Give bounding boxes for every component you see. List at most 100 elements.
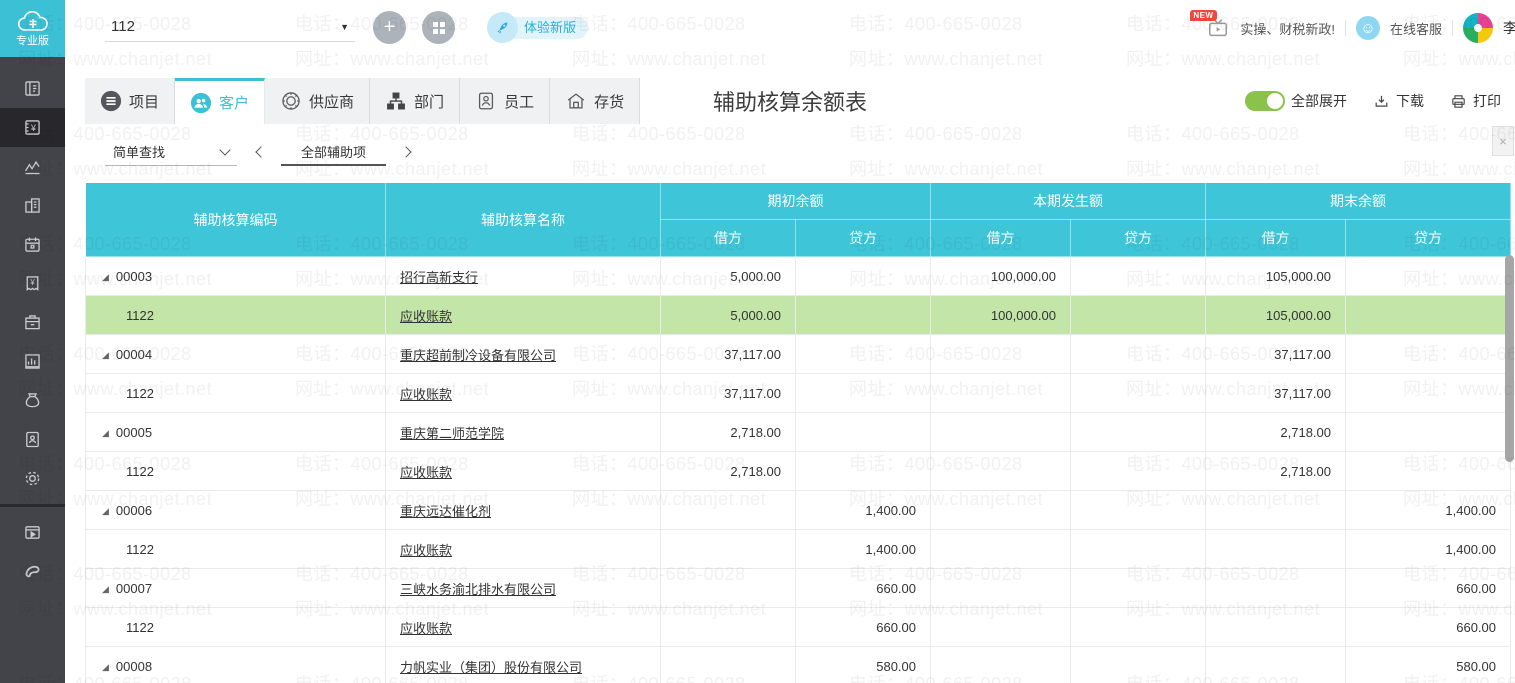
brand-logo[interactable]: 专业版 bbox=[0, 0, 65, 57]
amount-cell bbox=[1346, 335, 1511, 374]
collapse-triangle-icon[interactable]: ◢ bbox=[102, 506, 109, 516]
aux-scope-select[interactable]: 全部辅助项 bbox=[281, 138, 386, 166]
tab-inventory[interactable]: 存货 bbox=[550, 78, 640, 124]
warehouse-icon bbox=[565, 90, 587, 112]
amount-cell bbox=[931, 530, 1071, 569]
amount-cell bbox=[1071, 569, 1206, 608]
report-chart-icon[interactable] bbox=[0, 147, 65, 186]
sidebar: 专业版 ¥ ¥ bbox=[0, 0, 65, 683]
account-name-link[interactable]: 力帆实业（集团）股份有限公司 bbox=[400, 660, 582, 675]
collapse-triangle-icon[interactable]: ◢ bbox=[102, 662, 109, 672]
account-name-link[interactable]: 重庆远达催化剂 bbox=[400, 504, 491, 519]
collapse-triangle-icon[interactable]: ◢ bbox=[102, 272, 109, 282]
tab-customer[interactable]: 客户 bbox=[175, 78, 265, 124]
account-name-link[interactable]: 招行高新支行 bbox=[400, 270, 478, 285]
next-item-arrow[interactable] bbox=[400, 146, 411, 157]
account-name-link[interactable]: 应收账款 bbox=[400, 465, 452, 480]
row-code: 00006 bbox=[116, 503, 152, 518]
print-button[interactable]: 打印 bbox=[1450, 91, 1501, 111]
vertical-scrollbar-thumb[interactable] bbox=[1505, 255, 1514, 462]
table-body: ◢00003 招行高新支行 5,000.00 100,000.00 105,00… bbox=[86, 257, 1511, 683]
amount-cell bbox=[1071, 413, 1206, 452]
new-badge: NEW bbox=[1190, 10, 1216, 21]
collapse-triangle-icon[interactable]: ◢ bbox=[102, 584, 109, 594]
table-row[interactable]: ◢00003 招行高新支行 5,000.00 100,000.00 105,00… bbox=[86, 257, 1511, 296]
plus-icon: + bbox=[384, 16, 396, 39]
amount-cell bbox=[931, 491, 1071, 530]
tab-employee[interactable]: 员工 bbox=[460, 78, 550, 124]
add-button[interactable]: + bbox=[373, 11, 406, 44]
video-icon[interactable] bbox=[0, 513, 65, 552]
search-mode-select[interactable]: 简单查找 bbox=[105, 138, 237, 166]
expand-all-toggle[interactable] bbox=[1245, 91, 1285, 111]
download-button[interactable]: 下载 bbox=[1373, 91, 1424, 111]
table-row[interactable]: ◢00007 三峡水务渝北排水有限公司 660.00 660.00 bbox=[86, 569, 1511, 608]
printer-icon bbox=[1450, 93, 1467, 110]
user-avatar[interactable] bbox=[1463, 13, 1493, 43]
row-code: 00004 bbox=[116, 347, 152, 362]
account-name-link[interactable]: 应收账款 bbox=[400, 387, 452, 402]
amount-cell: 2,718.00 bbox=[1206, 413, 1346, 452]
settings-gear-icon[interactable] bbox=[0, 459, 65, 498]
amount-cell bbox=[1346, 296, 1511, 335]
amount-cell bbox=[931, 413, 1071, 452]
table-row[interactable]: ◢1122 应收账款 660.00 660.00 bbox=[86, 608, 1511, 647]
phone-icon[interactable] bbox=[0, 552, 65, 591]
tab-project[interactable]: 项目 bbox=[85, 78, 175, 124]
tab-supplier[interactable]: 供应商 bbox=[265, 78, 370, 124]
sidebar-divider bbox=[0, 504, 65, 507]
amount-cell: 100,000.00 bbox=[931, 257, 1071, 296]
user-name[interactable]: 李 bbox=[1503, 18, 1515, 38]
amount-cell bbox=[931, 374, 1071, 413]
row-code: 1122 bbox=[126, 620, 154, 635]
collapse-triangle-icon[interactable]: ◢ bbox=[102, 428, 109, 438]
panel-collapse-button[interactable]: × bbox=[1492, 126, 1514, 156]
customer-service-icon: ☺ bbox=[1356, 16, 1380, 40]
fund-icon[interactable] bbox=[0, 381, 65, 420]
amount-cell bbox=[661, 530, 796, 569]
table-row[interactable]: ◢00008 力帆实业（集团）股份有限公司 580.00 580.00 bbox=[86, 647, 1511, 683]
account-select[interactable]: 112 ▼ bbox=[105, 12, 355, 42]
account-name-link[interactable]: 应收账款 bbox=[400, 309, 452, 324]
amount-cell bbox=[1346, 374, 1511, 413]
account-name-link[interactable]: 三峡水务渝北排水有限公司 bbox=[400, 582, 556, 597]
amount-cell bbox=[796, 257, 931, 296]
table-row[interactable]: ◢1122 应收账款 5,000.00 100,000.00 105,000.0… bbox=[86, 296, 1511, 335]
search-mode-value: 简单查找 bbox=[113, 142, 165, 161]
row-code: 00007 bbox=[116, 581, 152, 596]
try-new-version-button[interactable]: 体验新版 bbox=[487, 12, 588, 43]
table-row[interactable]: ◢00006 重庆远达催化剂 1,400.00 1,400.00 bbox=[86, 491, 1511, 530]
amount-cell bbox=[931, 569, 1071, 608]
apps-grid-button[interactable] bbox=[422, 11, 455, 44]
voucher-icon[interactable]: ¥ bbox=[0, 108, 65, 147]
aux-item-pager: 全部辅助项 bbox=[257, 138, 410, 166]
divider bbox=[1345, 20, 1346, 36]
bill-icon[interactable]: ¥ bbox=[0, 264, 65, 303]
news-ticker[interactable]: 实操、财税新政! bbox=[1240, 19, 1335, 38]
account-name-link[interactable]: 应收账款 bbox=[400, 621, 452, 636]
table-row[interactable]: ◢1122 应收账款 2,718.00 2,718.00 bbox=[86, 452, 1511, 491]
statement-icon[interactable] bbox=[0, 342, 65, 381]
account-name-link[interactable]: 重庆第二师范学院 bbox=[400, 426, 504, 441]
account-name-link[interactable]: 应收账款 bbox=[400, 543, 452, 558]
amount-cell: 660.00 bbox=[1346, 608, 1511, 647]
online-service-link[interactable]: 在线客服 bbox=[1390, 19, 1442, 38]
cashier-icon[interactable] bbox=[0, 303, 65, 342]
table-row[interactable]: ◢00004 重庆超前制冷设备有限公司 37,117.00 37,117.00 bbox=[86, 335, 1511, 374]
amount-cell: 660.00 bbox=[796, 569, 931, 608]
table-row[interactable]: ◢00005 重庆第二师范学院 2,718.00 2,718.00 bbox=[86, 413, 1511, 452]
calendar-icon[interactable] bbox=[0, 225, 65, 264]
account-name-link[interactable]: 重庆超前制冷设备有限公司 bbox=[400, 348, 556, 363]
company-icon[interactable] bbox=[0, 186, 65, 225]
collapse-triangle-icon[interactable]: ◢ bbox=[102, 350, 109, 360]
tab-department[interactable]: 部门 bbox=[370, 78, 460, 124]
journal-icon[interactable] bbox=[0, 69, 65, 108]
download-icon bbox=[1373, 93, 1390, 110]
amount-cell bbox=[1206, 569, 1346, 608]
prev-item-arrow[interactable] bbox=[255, 146, 266, 157]
table-row[interactable]: ◢1122 应收账款 1,400.00 1,400.00 bbox=[86, 530, 1511, 569]
row-code: 00005 bbox=[116, 425, 152, 440]
contacts-icon[interactable] bbox=[0, 420, 65, 459]
table-row[interactable]: ◢1122 应收账款 37,117.00 37,117.00 bbox=[86, 374, 1511, 413]
news-tv-icon[interactable]: NEW bbox=[1206, 17, 1230, 39]
